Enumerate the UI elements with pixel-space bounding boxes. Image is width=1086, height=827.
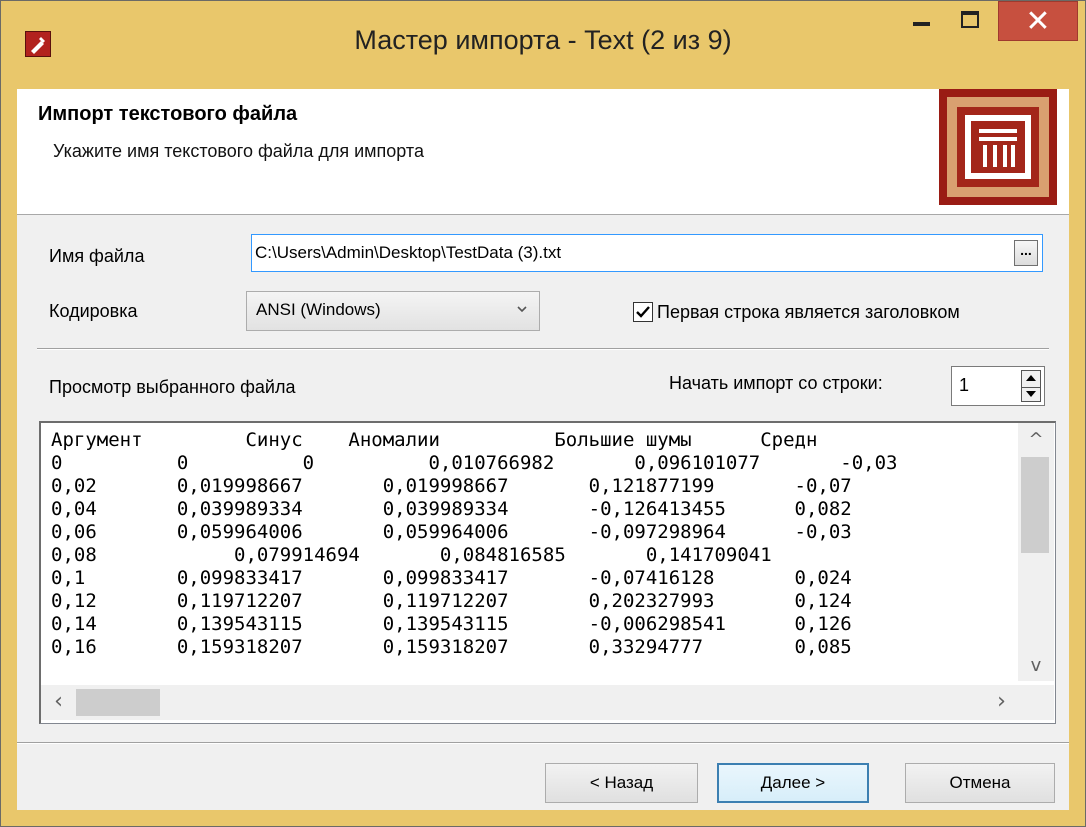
preview-line: 0,16 0,159318207 0,159318207 0,33294777 … xyxy=(51,636,852,658)
header-subtitle: Укажите имя текстового файла для импорта xyxy=(53,141,424,161)
chevron-down-icon xyxy=(517,306,527,313)
scroll-up-icon[interactable]: ^ xyxy=(1018,423,1054,457)
vertical-scrollbar[interactable]: ^ v xyxy=(1018,423,1054,681)
checkmark-icon xyxy=(636,306,650,318)
spinner-buttons xyxy=(1021,370,1041,402)
spin-down-icon[interactable] xyxy=(1022,387,1040,403)
close-icon: ✕ xyxy=(1025,4,1051,39)
encoding-value: ANSI (Windows) xyxy=(256,300,381,319)
preview-line: 0,02 0,019998667 0,019998667 0,121877199… xyxy=(51,475,852,497)
start-row-value[interactable]: 1 xyxy=(959,375,969,396)
window-frame-left xyxy=(1,89,17,826)
preview-lines: Аргумент Синус Аномалии Большие шумы Сре… xyxy=(51,429,1017,709)
spin-up-icon[interactable] xyxy=(1022,371,1040,386)
minimize-button[interactable] xyxy=(899,1,945,41)
filename-value: C:\Users\Admin\Desktop\TestData (3).txt xyxy=(255,243,562,262)
next-button[interactable]: Далее > xyxy=(717,763,869,803)
horizontal-scrollbar[interactable]: ‹ › xyxy=(41,685,1054,720)
preview-line: 0,12 0,119712207 0,119712207 0,202327993… xyxy=(51,590,852,612)
start-row-label: Начать импорт со строки: xyxy=(669,373,883,393)
preview-label: Просмотр выбранного файла xyxy=(49,377,296,397)
browse-button[interactable]: ... xyxy=(1014,240,1038,266)
wizard-header: Импорт текстового файла Укажите имя текс… xyxy=(17,89,1069,215)
section-divider xyxy=(37,348,1049,350)
preview-line: 0,04 0,039989334 0,039989334 -0,12641345… xyxy=(51,498,852,520)
access-logo-icon xyxy=(939,89,1057,205)
window-frame-right xyxy=(1069,89,1085,826)
start-row-spinner[interactable]: 1 xyxy=(951,366,1045,406)
first-row-header-label[interactable]: Первая строка является заголовком xyxy=(657,302,960,323)
back-button[interactable]: < Назад xyxy=(545,763,698,803)
preview-line: 0,14 0,139543115 0,139543115 -0,00629854… xyxy=(51,613,852,635)
horizontal-scroll-thumb[interactable] xyxy=(76,689,160,716)
preview-line: 0,06 0,059964006 0,059964006 -0,09729896… xyxy=(51,521,852,543)
encoding-label: Кодировка xyxy=(49,301,138,321)
import-wizard-window: Мастер импорта - Text (2 из 9) ✕ Импорт … xyxy=(0,0,1086,827)
window-frame-bottom xyxy=(1,810,1085,826)
footer-divider xyxy=(17,742,1069,744)
file-preview[interactable]: Аргумент Синус Аномалии Большие шумы Сре… xyxy=(39,421,1056,724)
encoding-select[interactable]: ANSI (Windows) xyxy=(246,291,540,331)
cancel-button[interactable]: Отмена xyxy=(905,763,1055,803)
header-title: Импорт текстового файла xyxy=(38,103,298,125)
preview-line: 0,08 0,079914694 0,084816585 0,141709041 xyxy=(51,544,772,566)
scroll-right-icon[interactable]: › xyxy=(984,685,1019,720)
preview-line: 0,1 0,099833417 0,099833417 -0,07416128 … xyxy=(51,567,852,589)
scroll-left-icon[interactable]: ‹ xyxy=(41,685,76,720)
preview-line: Аргумент Синус Аномалии Большие шумы Сре… xyxy=(51,429,818,451)
filename-input[interactable]: C:\Users\Admin\Desktop\TestData (3).txt … xyxy=(251,234,1043,272)
scroll-down-icon[interactable]: v xyxy=(1018,649,1054,683)
preview-line: 0 0 0 0,010766982 0,096101077 -0,03 xyxy=(51,452,898,474)
close-button[interactable]: ✕ xyxy=(998,1,1078,41)
vertical-scroll-thumb[interactable] xyxy=(1021,457,1049,553)
filename-label: Имя файла xyxy=(49,246,145,266)
title-bar[interactable]: Мастер импорта - Text (2 из 9) ✕ xyxy=(1,1,1085,89)
maximize-button[interactable] xyxy=(947,1,993,41)
first-row-header-checkbox[interactable] xyxy=(633,302,653,322)
